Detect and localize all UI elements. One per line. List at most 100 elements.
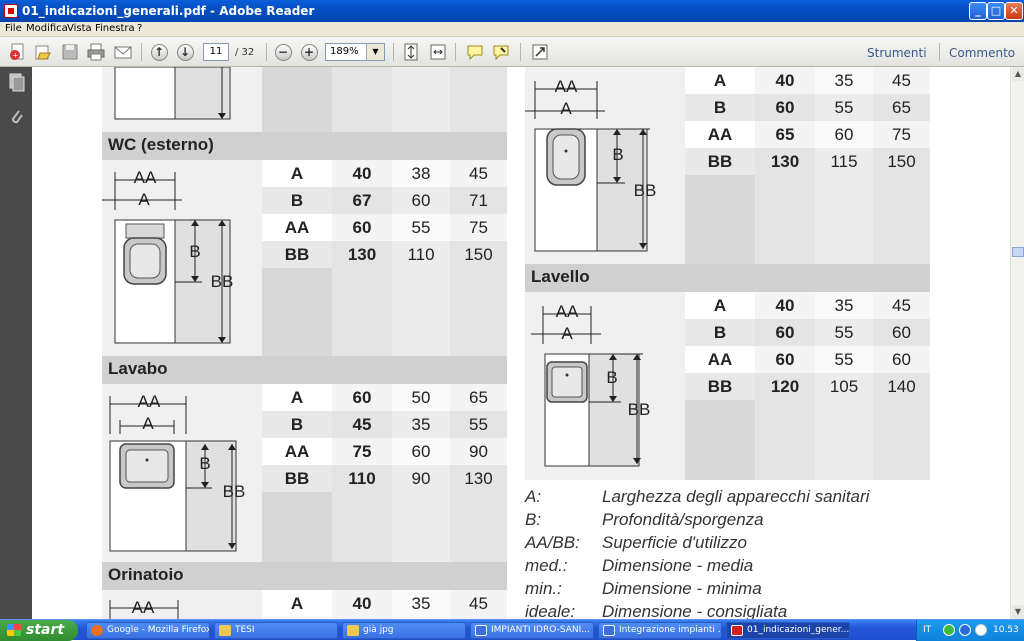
dim-label-b: B <box>189 242 201 261</box>
row-key: BB <box>685 148 755 175</box>
cell-ideal: 60 <box>873 346 930 373</box>
row-key: BB <box>685 373 755 400</box>
section-title-wc: WC (esterno) <box>102 132 507 160</box>
menu-file[interactable]: File <box>5 23 22 34</box>
col-med: 40 <box>332 590 392 619</box>
legend-desc: Profondità/sporgenza <box>602 510 764 529</box>
toolbar-separator <box>266 43 267 61</box>
cell-med: 130 <box>347 245 377 264</box>
tools-button[interactable]: Strumenti <box>867 46 927 60</box>
toolbar-separator <box>393 43 394 61</box>
cell-med: 110 <box>348 469 376 488</box>
row-key: B <box>262 187 332 214</box>
scroll-up-icon[interactable]: ▲ <box>1012 67 1024 81</box>
comment-button[interactable]: Commento <box>949 46 1015 60</box>
col-ideal: 45 65 75 150 <box>873 67 930 264</box>
fit-width-icon[interactable] <box>428 42 448 62</box>
legend-term: AA/BB: <box>525 533 580 552</box>
document-icon <box>603 625 615 636</box>
row-key: AA <box>685 346 755 373</box>
col-med: 40 67 60 130 <box>332 160 392 356</box>
window-title: 01_indicazioni_generali.pdf - Adobe Read… <box>22 4 315 18</box>
zoom-out-icon[interactable]: − <box>273 42 293 62</box>
wifi-icon[interactable] <box>975 624 987 636</box>
row-key: AA <box>685 121 755 148</box>
col-key: A B AA BB <box>685 292 755 480</box>
row-key: A <box>262 384 332 411</box>
maximize-button[interactable]: □ <box>987 2 1005 20</box>
toolbar-separator <box>455 43 456 61</box>
network-icon[interactable] <box>943 624 955 636</box>
col-min: 38 60 55 110 <box>392 160 450 356</box>
next-page-icon[interactable]: ↓ <box>175 42 195 62</box>
col-ideal: 45 60 60 140 <box>873 292 930 480</box>
scrollbar-thumb[interactable] <box>1012 247 1024 257</box>
legend-term: B: <box>525 510 542 529</box>
menu-bar: File Modifica Vista Finestra ? <box>0 22 1024 37</box>
taskbar-item[interactable]: Integrazione impianti ... <box>598 622 722 639</box>
page-number-input[interactable]: 11 <box>203 43 229 61</box>
taskbar: start Google - Mozilla Firefox TESI già … <box>0 619 1024 641</box>
cell-min: 60 <box>815 121 873 148</box>
document-view[interactable]: WC (esterno) AA A B BB A B AA BB 40 67 6… <box>32 67 1010 619</box>
title-bar: 01_indicazioni_generali.pdf - Adobe Read… <box>0 0 1024 22</box>
clock[interactable]: 10.53 <box>993 625 1019 635</box>
row-key: AA <box>262 438 332 465</box>
cell-med: 40 <box>352 594 372 613</box>
create-pdf-icon[interactable]: + <box>8 42 28 62</box>
taskbar-item-active[interactable]: 01_indicazioni_gener... <box>726 622 850 639</box>
highlight-icon[interactable] <box>491 42 511 62</box>
zoom-in-icon[interactable]: + <box>299 42 319 62</box>
col-key: A B AA BB <box>262 160 332 356</box>
taskbar-item-label: 01_indicazioni_gener... <box>747 625 850 635</box>
right-column: AA A B BB A B AA BB 40 60 65 130 35 55 6… <box>525 67 930 619</box>
pages-icon[interactable] <box>7 73 25 93</box>
cell-med: 60 <box>775 323 795 342</box>
cell-min: 35 <box>815 67 873 94</box>
save-icon[interactable] <box>60 42 80 62</box>
dim-label-bb: BB <box>633 181 657 200</box>
print-icon[interactable] <box>86 42 106 62</box>
menu-modifica[interactable]: Modifica <box>26 23 68 34</box>
toolbar: + ↑ ↓ 11 / 32 − + 189% ▼ Strumenti Comme… <box>0 37 1024 67</box>
language-indicator[interactable]: IT <box>923 625 931 635</box>
row-key: B <box>262 411 332 438</box>
drawing-area: AA <box>102 590 262 619</box>
menu-help[interactable]: ? <box>137 23 142 34</box>
email-icon[interactable] <box>113 42 133 62</box>
section-wc: AA A B BB A B AA BB 40 67 60 130 38 60 5… <box>102 160 507 356</box>
col-med: 40 60 65 130 <box>755 67 815 264</box>
taskbar-item[interactable]: Google - Mozilla Firefox <box>86 622 210 639</box>
taskbar-item[interactable]: TESI <box>214 622 338 639</box>
dim-label-bb: BB <box>222 482 246 501</box>
minimize-button[interactable]: _ <box>969 2 987 20</box>
start-button[interactable]: start <box>0 620 78 641</box>
taskbar-item-label: Google - Mozilla Firefox <box>107 625 210 635</box>
cell-ideal: 55 <box>469 415 488 434</box>
close-button[interactable]: ✕ <box>1005 2 1023 20</box>
legend-desc: Dimensione - media <box>602 556 754 575</box>
expand-icon[interactable] <box>530 42 550 62</box>
menu-vista[interactable]: Vista <box>67 23 92 34</box>
attachments-icon[interactable] <box>7 107 25 127</box>
row-key: A <box>685 67 755 94</box>
previous-page-icon[interactable]: ↑ <box>149 42 169 62</box>
security-icon[interactable] <box>959 624 971 636</box>
chevron-down-icon[interactable]: ▼ <box>366 44 384 60</box>
cell-min: 35 <box>411 594 431 613</box>
partial-block <box>102 67 507 132</box>
dim-label-a: A <box>138 190 150 209</box>
taskbar-item[interactable]: IMPIANTI IDRO-SANI... <box>470 622 594 639</box>
vertical-scrollbar[interactable]: ▲ ▼ <box>1010 67 1024 619</box>
cell-ideal: 45 <box>873 67 930 94</box>
menu-finestra[interactable]: Finestra <box>95 23 135 34</box>
col-ideal: 65 55 90 130 <box>450 384 507 562</box>
cell-med: 40 <box>755 67 815 94</box>
scroll-down-icon[interactable]: ▼ <box>1012 605 1024 619</box>
comment-bubble-icon[interactable] <box>465 42 485 62</box>
open-icon[interactable] <box>33 42 53 62</box>
fit-page-icon[interactable] <box>401 42 421 62</box>
cell-med: 65 <box>755 121 815 148</box>
dim-label-aa: AA <box>133 168 157 187</box>
taskbar-item[interactable]: già jpg <box>342 622 466 639</box>
